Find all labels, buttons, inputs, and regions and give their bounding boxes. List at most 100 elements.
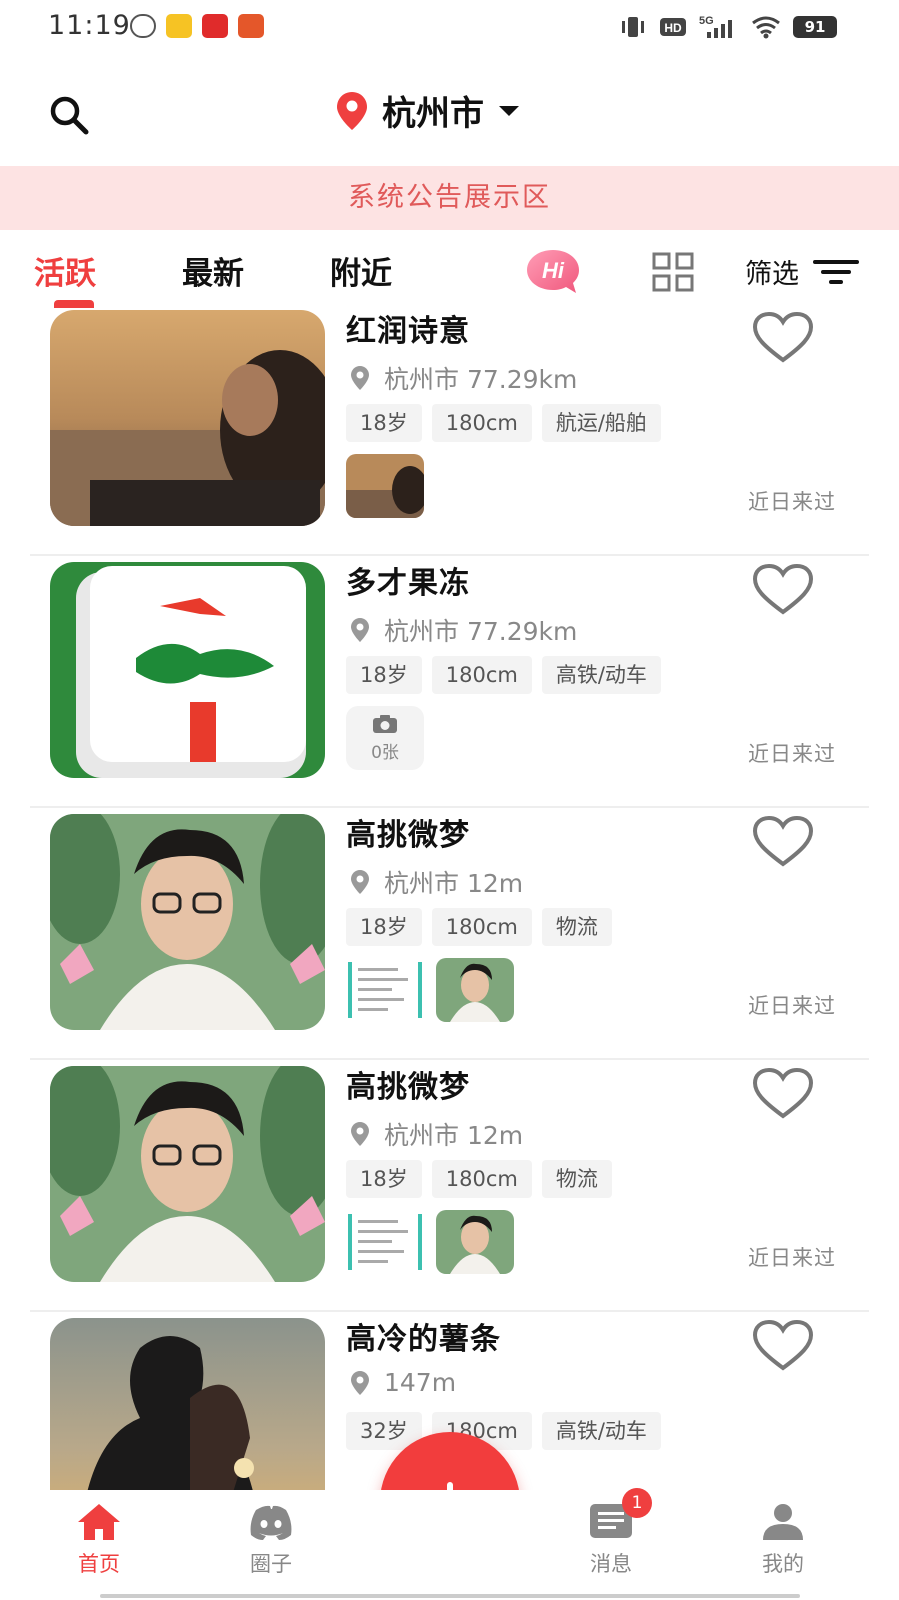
photo-thumbnails: 0张	[346, 706, 424, 770]
search-icon[interactable]	[46, 92, 92, 138]
chevron-down-icon	[499, 105, 519, 116]
announcement-banner[interactable]: 系统公告展示区	[0, 166, 899, 230]
photo-count-placeholder[interactable]: 0张	[346, 706, 424, 770]
age-tag: 18岁	[346, 1160, 422, 1198]
nav-profile[interactable]: 我的	[728, 1502, 838, 1578]
like-heart-icon[interactable]	[752, 312, 814, 364]
avatar-photo	[50, 1066, 325, 1282]
feed-tabs: 活跃 最新 附近 Hi 筛选	[0, 240, 899, 308]
user-avatar[interactable]	[50, 310, 325, 526]
user-card[interactable]: 多才果冻 杭州市 77.29km 18岁 180cm 高铁/动车 0张 近日来过	[0, 556, 899, 808]
user-list: 红润诗意 杭州市 77.29km 18岁 180cm 航运/船舶 近日来过 多才…	[0, 304, 899, 1490]
photo-thumbnails	[346, 958, 514, 1022]
photo-thumbnails	[346, 1210, 514, 1274]
discord-icon	[250, 1505, 292, 1540]
location-name: 杭州市	[382, 94, 484, 134]
tab-nearby[interactable]: 附近	[330, 248, 392, 293]
occupation-tag: 物流	[541, 1160, 612, 1198]
person-icon	[763, 1504, 803, 1540]
user-name: 多才果冻	[346, 566, 470, 601]
photo-thumbnail[interactable]	[346, 958, 424, 1022]
filter-button[interactable]: 筛选	[745, 252, 859, 291]
nav-circle[interactable]: 圈子	[216, 1502, 326, 1578]
location-pin-icon	[337, 91, 367, 130]
user-location-text: 147m	[384, 1368, 457, 1397]
avatar-photo	[50, 562, 325, 778]
svg-text:5G: 5G	[699, 15, 714, 27]
user-card[interactable]: 红润诗意 杭州市 77.29km 18岁 180cm 航运/船舶 近日来过	[0, 304, 899, 556]
nav-home[interactable]: 首页	[44, 1502, 154, 1578]
user-location: 杭州市 12m	[350, 864, 523, 900]
occupation-tag: 航运/船舶	[541, 404, 661, 442]
filter-label: 筛选	[745, 259, 799, 290]
user-location-text: 杭州市 77.29km	[384, 617, 578, 646]
message-icon-wrapper: 1	[588, 1488, 652, 1542]
user-location: 147m	[350, 1368, 456, 1397]
photo-thumbnail[interactable]	[346, 454, 424, 518]
user-avatar[interactable]	[50, 814, 325, 1030]
user-tags: 18岁 180cm 物流	[346, 1160, 612, 1198]
user-location-text: 杭州市 12m	[384, 869, 524, 898]
occupation-tag: 高铁/动车	[541, 1412, 661, 1450]
occupation-tag: 物流	[541, 908, 612, 946]
user-card[interactable]: 高挑微梦 杭州市 12m 18岁 180cm 物流 近日来过	[0, 1060, 899, 1312]
user-name: 高挑微梦	[346, 1070, 470, 1105]
status-indicators: HD 5G 91	[619, 14, 837, 40]
last-visit-text: 近日来过	[748, 994, 836, 1018]
status-bar: 11:19 HD 5G 91	[0, 0, 899, 56]
avatar-photo	[50, 814, 325, 1030]
user-location: 杭州市 77.29km	[350, 612, 577, 648]
hi-greeting-icon[interactable]: Hi	[524, 248, 582, 294]
last-visit-text: 近日来过	[748, 1246, 836, 1270]
user-card[interactable]: 高挑微梦 杭州市 12m 18岁 180cm 物流 近日来过	[0, 808, 899, 1060]
user-location: 杭州市 12m	[350, 1116, 523, 1152]
location-pin-icon	[351, 366, 369, 390]
location-pin-icon	[351, 870, 369, 894]
user-name: 高冷的薯条	[346, 1322, 501, 1357]
panda-app-icon	[202, 14, 228, 38]
photo-thumbnail[interactable]	[436, 958, 514, 1022]
location-selector[interactable]: 杭州市	[336, 86, 520, 135]
user-tags: 18岁 180cm 高铁/动车	[346, 656, 661, 694]
age-tag: 18岁	[346, 908, 422, 946]
like-heart-icon[interactable]	[752, 816, 814, 868]
tab-active[interactable]: 活跃	[34, 248, 96, 293]
avatar-photo	[50, 1318, 325, 1490]
nav-messages-label: 消息	[590, 1552, 632, 1576]
user-location-text: 杭州市 12m	[384, 1121, 524, 1150]
grid-view-icon[interactable]	[652, 252, 694, 292]
age-tag: 18岁	[346, 656, 422, 694]
bottom-navigation: 首页 圈子 1 消息 我的	[0, 1488, 899, 1600]
location-pin-icon	[351, 1122, 369, 1146]
user-name: 高挑微梦	[346, 818, 470, 853]
user-location-text: 杭州市 77.29km	[384, 365, 578, 394]
height-tag: 180cm	[431, 656, 532, 694]
height-tag: 180cm	[431, 908, 532, 946]
top-header: 杭州市	[0, 70, 899, 160]
red-app-icon	[238, 14, 264, 38]
user-tags: 18岁 180cm 航运/船舶	[346, 404, 661, 442]
photo-thumbnail[interactable]	[346, 1210, 424, 1274]
user-avatar[interactable]	[50, 1318, 325, 1490]
like-heart-icon[interactable]	[752, 564, 814, 616]
home-gesture-bar	[100, 1594, 800, 1598]
nav-messages[interactable]: 1 消息	[556, 1488, 666, 1578]
age-tag: 18岁	[346, 404, 422, 442]
occupation-tag: 高铁/动车	[541, 656, 661, 694]
like-heart-icon[interactable]	[752, 1068, 814, 1120]
home-icon	[78, 1504, 120, 1540]
user-avatar[interactable]	[50, 1066, 325, 1282]
user-name: 红润诗意	[346, 314, 470, 349]
wifi-icon	[752, 16, 780, 39]
user-tags: 32岁 180cm 高铁/动车	[346, 1412, 661, 1450]
vibrate-icon	[622, 17, 644, 37]
last-visit-text: 近日来过	[748, 742, 836, 766]
nav-circle-label: 圈子	[250, 1552, 292, 1576]
user-avatar[interactable]	[50, 562, 325, 778]
like-heart-icon[interactable]	[752, 1320, 814, 1372]
signal-icon: 5G	[699, 15, 732, 38]
location-pin-icon	[351, 1370, 369, 1395]
tab-latest[interactable]: 最新	[182, 248, 244, 293]
photo-thumbnail[interactable]	[436, 1210, 514, 1274]
notification-app-icon	[130, 14, 156, 38]
